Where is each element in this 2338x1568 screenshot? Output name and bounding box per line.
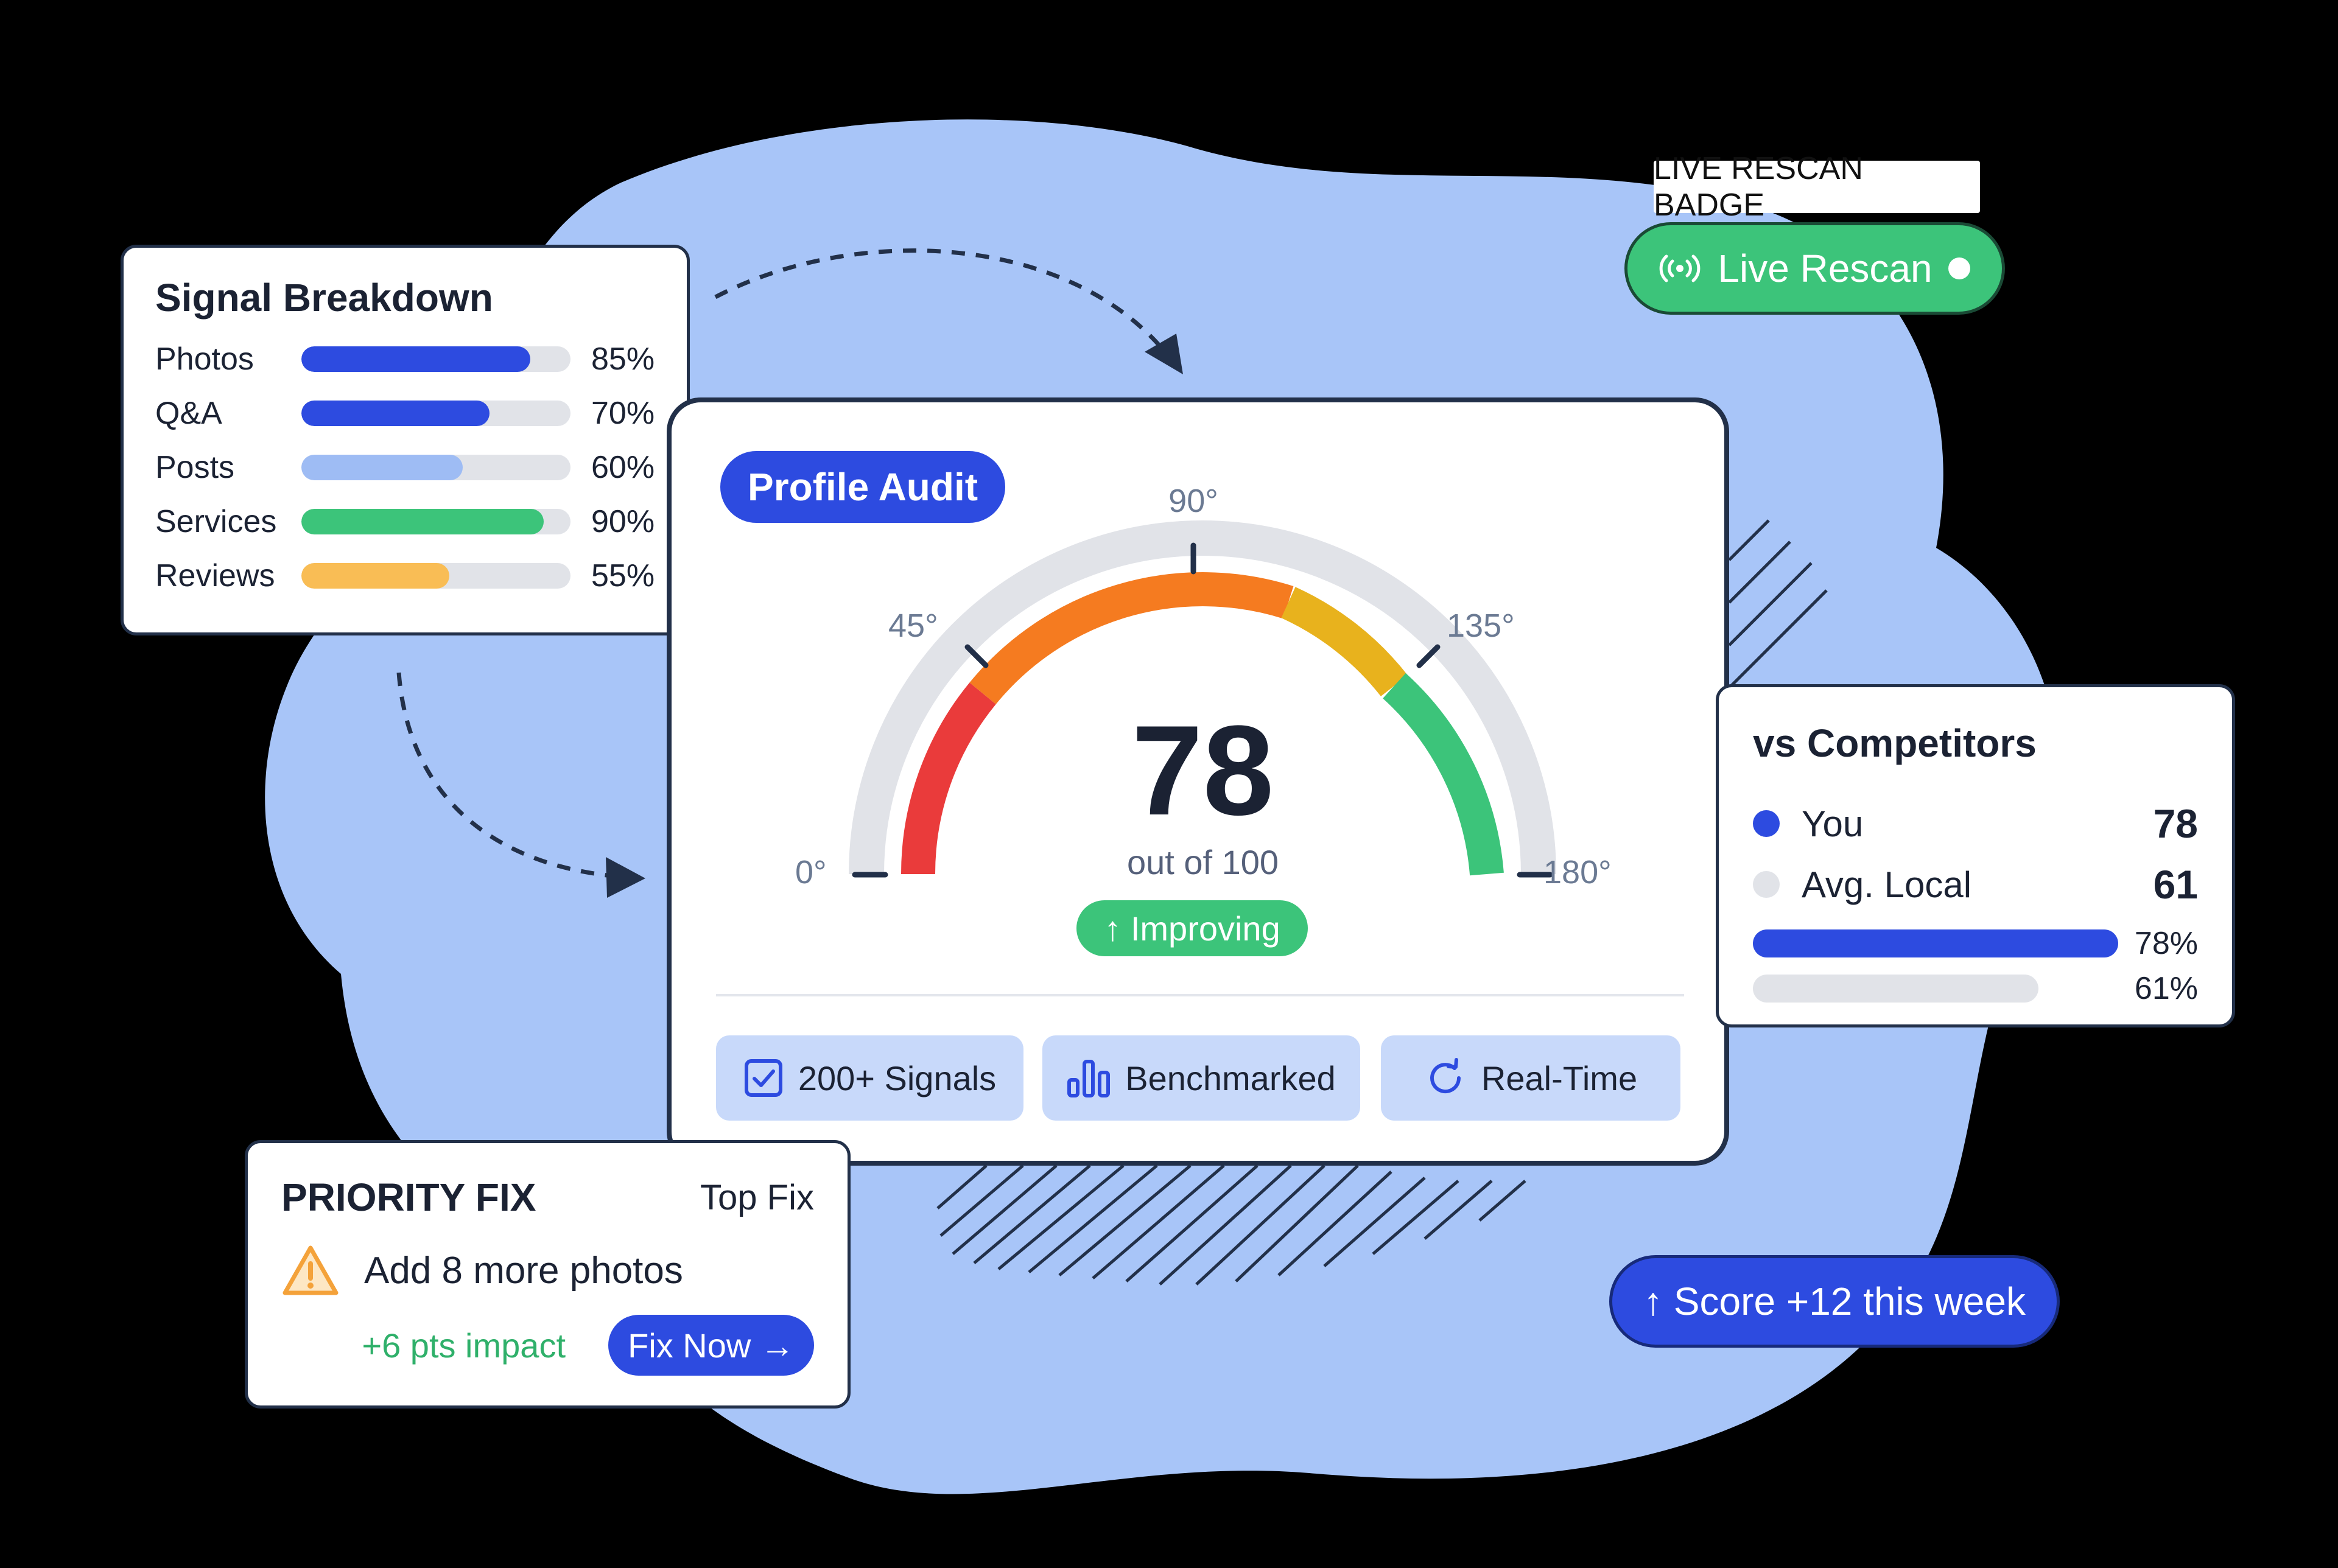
priority-fix-card: PRIORITY FIX Top Fix Add 8 more photos +… (245, 1140, 851, 1409)
feature-signals-chip: 200+ Signals (716, 1035, 1023, 1121)
feature-label: Real-Time (1481, 1059, 1638, 1097)
score-out-of: out of 100 (1126, 843, 1279, 881)
signal-breakdown-card: Signal Breakdown Photos 85% Q&A 70% Post… (121, 245, 690, 635)
bar-chart-icon (1067, 1060, 1111, 1097)
signal-bar-fill (301, 346, 530, 372)
feature-benchmarked-chip: Benchmarked (1042, 1035, 1360, 1121)
comparison-bar-row: 78% (1753, 921, 2198, 966)
live-rescan-badge[interactable]: Live Rescan (1624, 222, 2005, 315)
improving-badge: ↑ Improving (1076, 900, 1308, 956)
competitors-card: vs Competitors You 78 Avg. Local 61 78% … (1716, 684, 2235, 1027)
signal-bar-fill (301, 454, 463, 480)
signal-bar-track (301, 346, 570, 372)
signal-value: 60% (591, 449, 655, 485)
competitor-row-you: You 78 (1753, 793, 2198, 854)
priority-fix-header: PRIORITY FIX Top Fix (281, 1175, 814, 1220)
competitor-score: 78 (2153, 801, 2198, 846)
badge-caption: LIVE RESCAN BADGE (1654, 151, 1980, 223)
gauge-label-90: 90° (1168, 483, 1218, 519)
signal-row-posts: Posts 60% (155, 440, 655, 494)
legend-dot (1753, 871, 1780, 898)
signal-breakdown-title: Signal Breakdown (155, 276, 493, 320)
competitors-title: vs Competitors (1753, 721, 2037, 765)
score-change-badge: ↑ Score +12 this week (1609, 1255, 2060, 1348)
signal-label: Reviews (155, 558, 275, 593)
comparison-bar-row: 61% (1753, 966, 2198, 1011)
priority-fix-footer: +6 pts impact Fix Now → (281, 1315, 814, 1376)
live-rescan-label: Live Rescan (1718, 247, 1933, 290)
impact-label: +6 pts impact (362, 1326, 566, 1365)
feature-realtime-chip: Real-Time (1381, 1035, 1680, 1121)
signal-bar-track (301, 562, 570, 589)
refresh-icon (1430, 1058, 1461, 1094)
live-indicator-dot (1948, 257, 1970, 279)
gauge-arc-yellow (1281, 587, 1408, 697)
comparison-bar-avg (1753, 975, 2039, 1003)
comparison-pct: 61% (2134, 971, 2198, 1006)
gauge-label-135: 135° (1447, 607, 1515, 644)
task-label: Add 8 more photos (364, 1249, 683, 1292)
priority-fix-task: Add 8 more photos (281, 1244, 814, 1297)
comparison-bar-you (1753, 929, 2118, 957)
signal-label: Services (155, 503, 277, 539)
signal-row-services: Services 90% (155, 494, 655, 548)
signal-value: 55% (591, 558, 655, 593)
signal-value: 70% (591, 395, 655, 431)
competitor-name: Avg. Local (1802, 864, 1972, 905)
illustration-stage: Signal Breakdown Photos 85% Q&A 70% Post… (0, 0, 2338, 1568)
signal-bar-fill (301, 508, 544, 534)
profile-audit-card: Profile Audit 0° 45° 90° 135° 180° 78 ou… (667, 397, 1729, 1166)
divider (716, 994, 1684, 996)
signal-bar-track (301, 454, 570, 480)
signal-bar-track (301, 400, 570, 426)
signal-bar-fill (301, 562, 450, 589)
feature-label: Benchmarked (1125, 1059, 1336, 1097)
warning-icon (283, 1245, 339, 1295)
signal-row-qa: Q&A 70% (155, 386, 655, 440)
signal-row-photos: Photos 85% (155, 332, 655, 386)
comparison-pct: 78% (2134, 926, 2198, 961)
signal-row-reviews: Reviews 55% (155, 548, 655, 603)
competitor-name: You (1802, 803, 1864, 844)
signal-label: Photos (155, 341, 254, 377)
feature-label: 200+ Signals (798, 1059, 997, 1097)
signal-bar-track (301, 508, 570, 534)
priority-fix-title: PRIORITY FIX (281, 1175, 536, 1219)
legend-dot (1753, 810, 1780, 837)
score-value: 78 (1131, 699, 1274, 842)
competitor-row-avg-local: Avg. Local 61 (1753, 854, 2198, 915)
fix-now-button[interactable]: Fix Now → (608, 1315, 814, 1376)
signal-label: Posts (155, 449, 235, 485)
signal-bar-fill (301, 400, 490, 426)
signal-label: Q&A (155, 395, 222, 431)
top-fix-tag: Top Fix (700, 1177, 814, 1217)
gauge-label-45: 45° (888, 607, 938, 644)
competitor-score: 61 (2153, 862, 2198, 907)
signal-value: 85% (591, 341, 655, 377)
checkbox-icon (744, 1059, 782, 1097)
broadcast-icon (1660, 254, 1701, 282)
signal-value: 90% (591, 503, 655, 539)
